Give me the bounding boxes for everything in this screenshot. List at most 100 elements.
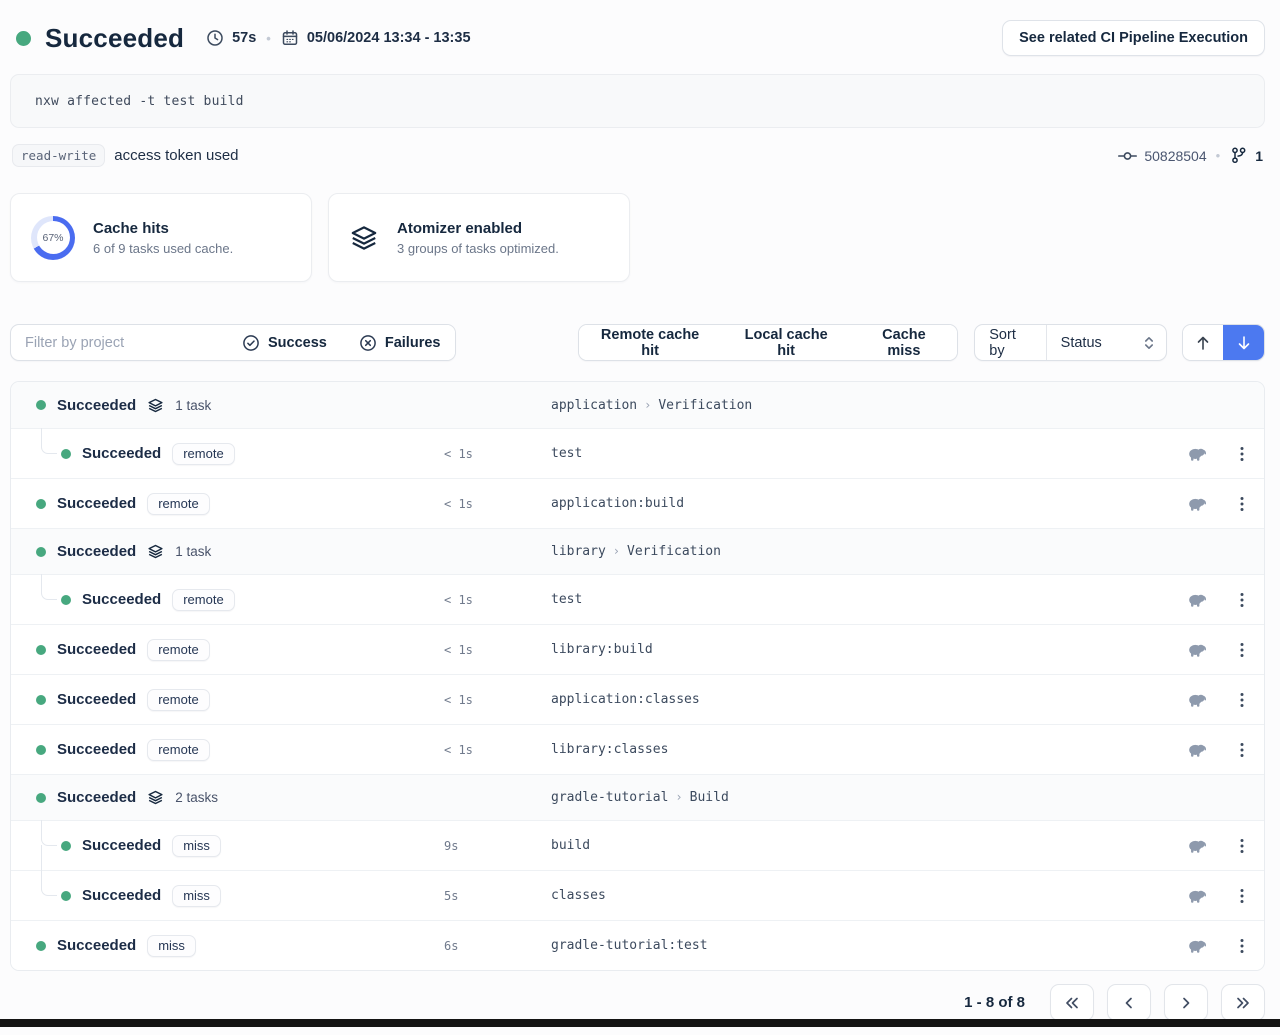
task-count-label: 2 tasks xyxy=(175,790,218,805)
first-page-button[interactable] xyxy=(1050,984,1094,1021)
task-name: library:classes xyxy=(551,742,1174,757)
task-row[interactable]: Succeededremote< 1stest xyxy=(11,428,1264,478)
status-label: Succeeded xyxy=(57,543,136,560)
task-name: application:classes xyxy=(551,692,1174,707)
next-page-button[interactable] xyxy=(1164,984,1208,1021)
project-name: gradle-tutorial xyxy=(551,790,668,805)
gradle-icon[interactable] xyxy=(1186,837,1208,854)
commit-sha[interactable]: 50828504 xyxy=(1144,148,1206,164)
status-cell: Succeededremote xyxy=(11,443,444,465)
atomizer-card[interactable]: Atomizer enabled 3 groups of tasks optim… xyxy=(328,193,630,282)
remote-cache-hit-button[interactable]: Remote cache hit xyxy=(579,325,722,360)
kebab-menu-icon[interactable] xyxy=(1234,937,1250,955)
task-name: classes xyxy=(551,888,1174,903)
status-label: Succeeded xyxy=(82,837,161,854)
sort-status-value: Status xyxy=(1061,335,1102,351)
kebab-menu-icon[interactable] xyxy=(1234,887,1250,905)
branch-icon xyxy=(1229,146,1248,165)
task-group-row[interactable]: Succeeded2 tasksgradle-tutorial›Build xyxy=(11,774,1264,820)
status-dot xyxy=(36,793,46,803)
breadcrumb-separator: › xyxy=(613,544,620,558)
project-name: application xyxy=(551,398,637,413)
failures-filter-button[interactable]: Failures xyxy=(343,325,456,360)
status-dot xyxy=(36,499,46,509)
task-row[interactable]: Succeededremote< 1sapplication:classes xyxy=(11,674,1264,724)
duration-cell: 6s xyxy=(444,939,551,953)
status-cell: Succeededmiss xyxy=(11,935,444,957)
gradle-icon[interactable] xyxy=(1186,445,1208,462)
date-range-text: 05/06/2024 13:34 - 13:35 xyxy=(307,30,471,46)
check-circle-icon xyxy=(242,334,260,352)
task-row[interactable]: Succeededmiss9sbuild xyxy=(11,820,1264,870)
status-dot xyxy=(36,645,46,655)
status-cell: Succeededremote xyxy=(11,493,444,515)
sort-ascending-button[interactable] xyxy=(1183,325,1224,360)
gradle-icon[interactable] xyxy=(1186,741,1208,758)
task-row[interactable]: Succeededremote< 1sapplication:build xyxy=(11,478,1264,528)
gradle-icon[interactable] xyxy=(1186,887,1208,904)
task-row[interactable]: Succeededremote< 1stest xyxy=(11,574,1264,624)
cache-status-badge: miss xyxy=(172,885,221,907)
task-row[interactable]: Succeededremote< 1slibrary:classes xyxy=(11,724,1264,774)
sort-direction-group xyxy=(1182,324,1265,361)
duration-text: 57s xyxy=(232,30,256,46)
kebab-menu-icon[interactable] xyxy=(1234,445,1250,463)
kebab-menu-icon[interactable] xyxy=(1234,837,1250,855)
cache-status-badge: remote xyxy=(147,639,209,661)
tree-connector xyxy=(41,574,57,600)
vcs-info: 50828504 • 1 xyxy=(1118,146,1263,165)
gradle-icon[interactable] xyxy=(1186,591,1208,608)
kebab-menu-icon[interactable] xyxy=(1234,741,1250,759)
cache-hits-card[interactable]: 67% Cache hits 6 of 9 tasks used cache. xyxy=(10,193,312,282)
calendar-icon xyxy=(281,29,299,47)
status-cell: Succeededremote xyxy=(11,739,444,761)
cache-miss-button[interactable]: Cache miss xyxy=(851,325,958,360)
status-cell: Succeeded1 task xyxy=(11,397,444,414)
cache-progress-ring: 67% xyxy=(31,216,75,260)
sort-status-select[interactable]: Status xyxy=(1046,325,1166,360)
cache-status-badge: remote xyxy=(172,589,234,611)
layers-icon xyxy=(147,789,164,806)
task-name: gradle-tutorial:test xyxy=(551,938,1174,953)
task-name: test xyxy=(551,446,1174,461)
kebab-menu-icon[interactable] xyxy=(1234,641,1250,659)
project-target-breadcrumb: gradle-tutorial›Build xyxy=(551,790,1174,805)
success-filter-button[interactable]: Success xyxy=(226,325,343,360)
kebab-menu-icon[interactable] xyxy=(1234,591,1250,609)
task-row[interactable]: Succeededmiss5sclasses xyxy=(11,870,1264,920)
task-group-row[interactable]: Succeeded1 taskapplication›Verification xyxy=(11,382,1264,428)
task-list: Succeeded1 taskapplication›VerificationS… xyxy=(10,381,1265,971)
sort-by-label: Sort by xyxy=(975,325,1045,360)
status-cell: Succeeded1 task xyxy=(11,543,444,560)
duration-cell: < 1s xyxy=(444,643,551,657)
run-meta: 57s • 05/06/2024 13:34 - 13:35 xyxy=(206,29,470,47)
tree-connector-tail xyxy=(41,845,42,871)
status-dot xyxy=(61,595,71,605)
sort-descending-button[interactable] xyxy=(1223,325,1264,360)
gradle-icon[interactable] xyxy=(1186,691,1208,708)
clock-icon xyxy=(206,29,224,47)
duration-cell: 5s xyxy=(444,889,551,903)
gradle-icon[interactable] xyxy=(1186,937,1208,954)
x-circle-icon xyxy=(359,334,377,352)
gradle-icon[interactable] xyxy=(1186,641,1208,658)
last-page-button[interactable] xyxy=(1221,984,1265,1021)
filter-by-project-input[interactable] xyxy=(11,325,226,360)
kebab-menu-icon[interactable] xyxy=(1234,495,1250,513)
local-cache-hit-button[interactable]: Local cache hit xyxy=(722,325,851,360)
cache-percent: 67% xyxy=(37,221,70,254)
status-dot xyxy=(36,400,46,410)
task-row[interactable]: Succeededmiss6sgradle-tutorial:test xyxy=(11,920,1264,970)
kebab-menu-icon[interactable] xyxy=(1234,691,1250,709)
see-related-ci-pipeline-button[interactable]: See related CI Pipeline Execution xyxy=(1002,20,1265,56)
task-row[interactable]: Succeededremote< 1slibrary:build xyxy=(11,624,1264,674)
access-token-badge: read-write xyxy=(12,144,105,167)
filter-bar: Success Failures Remote cache hit Local … xyxy=(10,324,1265,361)
breadcrumb-separator: › xyxy=(675,790,682,804)
sort-group: Sort by Status xyxy=(974,324,1167,361)
status-cell: Succeededremote xyxy=(11,589,444,611)
task-group-row[interactable]: Succeeded1 tasklibrary›Verification xyxy=(11,528,1264,574)
duration-cell: < 1s xyxy=(444,743,551,757)
prev-page-button[interactable] xyxy=(1107,984,1151,1021)
gradle-icon[interactable] xyxy=(1186,495,1208,512)
